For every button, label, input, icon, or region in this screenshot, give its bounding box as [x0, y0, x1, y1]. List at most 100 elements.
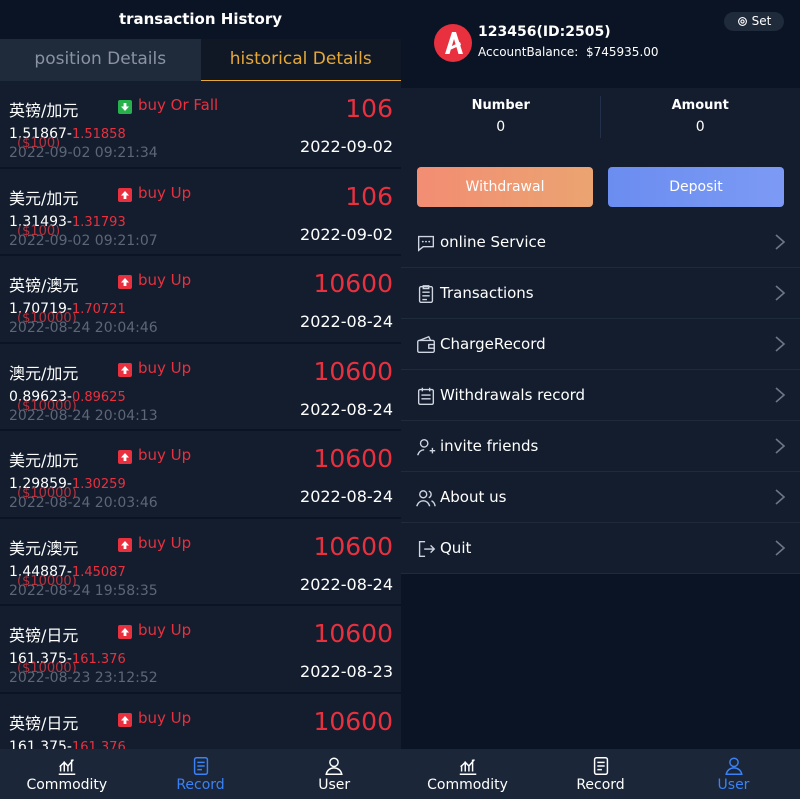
- chat-bubble-icon: [417, 235, 435, 252]
- trade-time: 2022-08-24 19:58:35: [9, 582, 158, 599]
- menu-item-chargerecord[interactable]: ChargeRecord: [401, 319, 800, 370]
- menu-item-transactions[interactable]: Transactions: [401, 268, 800, 319]
- stat-number: Number 0: [401, 88, 601, 147]
- record-row[interactable]: 美元/澳元 buy Up 10600 1.44887-1.45087 ($10000) 2…: [0, 518, 401, 606]
- tab-bar: position Details historical Details: [0, 39, 401, 81]
- record-row[interactable]: 英镑/日元 buy Up 10600 161.375-161.376 ($10000) 2…: [0, 606, 401, 694]
- record-row[interactable]: 澳元/加元 buy Up 10600 0.89623-0.89625 ($10000) 2…: [0, 343, 401, 431]
- tab-position-details[interactable]: position Details: [0, 39, 201, 81]
- chevron-right-icon: [775, 285, 786, 301]
- trade-time: 2022-08-23 23:12:52: [9, 670, 158, 686]
- record-list: 英镑/加元 buy Or Fall 106 1.51867-1.51858 ($100)…: [0, 81, 401, 781]
- logo-icon: [445, 32, 463, 54]
- document-icon: [193, 757, 208, 775]
- nav-user[interactable]: User: [667, 749, 800, 799]
- stat-label: Number: [471, 98, 530, 113]
- tab-historical-details[interactable]: historical Details: [200, 39, 401, 81]
- nav-label: Record: [576, 777, 625, 793]
- trade-time: 2022-08-24 20:04:46: [9, 320, 158, 336]
- profile-header: 123456(ID:2505) AccountBalance: $745935.…: [401, 0, 800, 88]
- stat-value: 0: [496, 119, 506, 135]
- trade-time: 2022-09-02 09:21:07: [9, 232, 158, 249]
- nav-record[interactable]: Record: [534, 749, 667, 799]
- chart-icon: [58, 759, 76, 775]
- nav-label: User: [717, 777, 750, 793]
- close-price: 1.51858: [71, 127, 126, 142]
- record-row[interactable]: 英镑/澳元 buy Up 10600 1.70719-1.70721 ($10000) 2…: [0, 256, 401, 344]
- record-row[interactable]: 美元/加元 buy Up 10600 1.29859-1.30259 ($10000) 2…: [0, 431, 401, 519]
- stat-value: 0: [695, 119, 705, 135]
- nav-commodity[interactable]: Commodity: [401, 749, 534, 799]
- wallet-icon: [417, 335, 435, 354]
- gear-icon: [737, 17, 747, 26]
- menu-item-quit[interactable]: Quit: [401, 523, 800, 574]
- payout-amount: 10600: [313, 356, 393, 386]
- transaction-history-panel: transaction History position Details his…: [0, 0, 401, 799]
- nav-label: Record: [176, 777, 225, 793]
- trade-time: 2022-08-24 20:04:13: [9, 407, 158, 424]
- payout-amount: 10600: [313, 444, 393, 473]
- settings-button[interactable]: Set: [724, 12, 784, 31]
- chevron-right-icon: [775, 336, 786, 352]
- record-row[interactable]: 美元/加元 buy Up 106 1.31493-1.31793 ($100) 2022-…: [0, 168, 401, 256]
- chevron-right-icon: [775, 438, 786, 454]
- nav-label: User: [318, 777, 351, 793]
- nav-commodity[interactable]: Commodity: [0, 749, 134, 799]
- trade-date: 2022-08-24: [300, 487, 393, 506]
- close-price: 1.30259: [71, 477, 126, 492]
- menu-item-about-us[interactable]: About us: [401, 472, 800, 523]
- menu-item-label: About us: [440, 488, 507, 506]
- currency-pair: 英镑/日元: [9, 713, 79, 733]
- balance-value: $745935.00: [586, 45, 659, 59]
- direction-label: buy Up: [138, 708, 192, 727]
- user-icon: [724, 757, 743, 775]
- arrow-up-icon: [118, 450, 132, 464]
- currency-pair: 美元/加元: [9, 451, 79, 470]
- calendar-list-icon: [417, 387, 435, 405]
- arrow-up-icon: [118, 712, 132, 727]
- balance-label: AccountBalance:: [478, 45, 579, 59]
- clipboard-icon: [418, 285, 434, 303]
- menu-item-label: online Service: [440, 233, 546, 251]
- nav-record[interactable]: Record: [134, 749, 268, 799]
- app-logo: [434, 24, 472, 62]
- bottom-nav-right: Commodity Record User: [401, 749, 800, 799]
- direction-label: buy Up: [138, 358, 192, 377]
- deposit-button[interactable]: Deposit: [608, 167, 784, 207]
- nav-user[interactable]: User: [267, 749, 401, 799]
- settings-label: Set: [751, 14, 772, 28]
- menu-item-withdrawals-record[interactable]: Withdrawals record: [401, 370, 800, 421]
- withdrawal-button[interactable]: Withdrawal: [417, 167, 593, 207]
- stat-amount: Amount 0: [601, 88, 800, 147]
- close-price: 161.376: [71, 652, 126, 667]
- chevron-right-icon: [775, 234, 786, 250]
- menu-item-label: Withdrawals record: [440, 386, 586, 404]
- chevron-right-icon: [775, 387, 786, 403]
- arrow-up-icon: [118, 362, 132, 377]
- direction-label: buy Or Fall: [138, 96, 219, 114]
- direction-label: buy Up: [138, 533, 192, 552]
- user-menu: online Service Transactions ChargeRecord Wi…: [401, 217, 800, 574]
- chevron-right-icon: [775, 489, 786, 505]
- document-icon: [593, 757, 608, 775]
- close-price: 1.70721: [71, 302, 126, 317]
- direction-label: buy Up: [138, 183, 192, 202]
- menu-item-label: Quit: [440, 539, 472, 557]
- payout-amount: 10600: [313, 531, 393, 561]
- chevron-right-icon: [775, 540, 786, 556]
- stats-bar: Number 0 Amount 0: [401, 88, 800, 147]
- user-panel: 123456(ID:2505) AccountBalance: $745935.…: [401, 0, 800, 799]
- chart-icon: [459, 759, 476, 775]
- direction-label: buy Up: [138, 621, 192, 639]
- page-title: transaction History: [0, 0, 401, 39]
- record-row[interactable]: 英镑/加元 buy Or Fall 106 1.51867-1.51858 ($100)…: [0, 81, 401, 169]
- menu-item-label: ChargeRecord: [440, 335, 546, 353]
- nav-label: Commodity: [427, 777, 508, 793]
- trade-date: 2022-09-02: [300, 137, 393, 156]
- arrow-up-icon: [118, 275, 132, 289]
- trade-date: 2022-08-23: [300, 662, 393, 681]
- payout-amount: 10600: [313, 706, 393, 736]
- menu-item-online-service[interactable]: online Service: [401, 217, 800, 268]
- menu-item-invite-friends[interactable]: invite friends: [401, 421, 800, 472]
- users-icon: [416, 490, 436, 507]
